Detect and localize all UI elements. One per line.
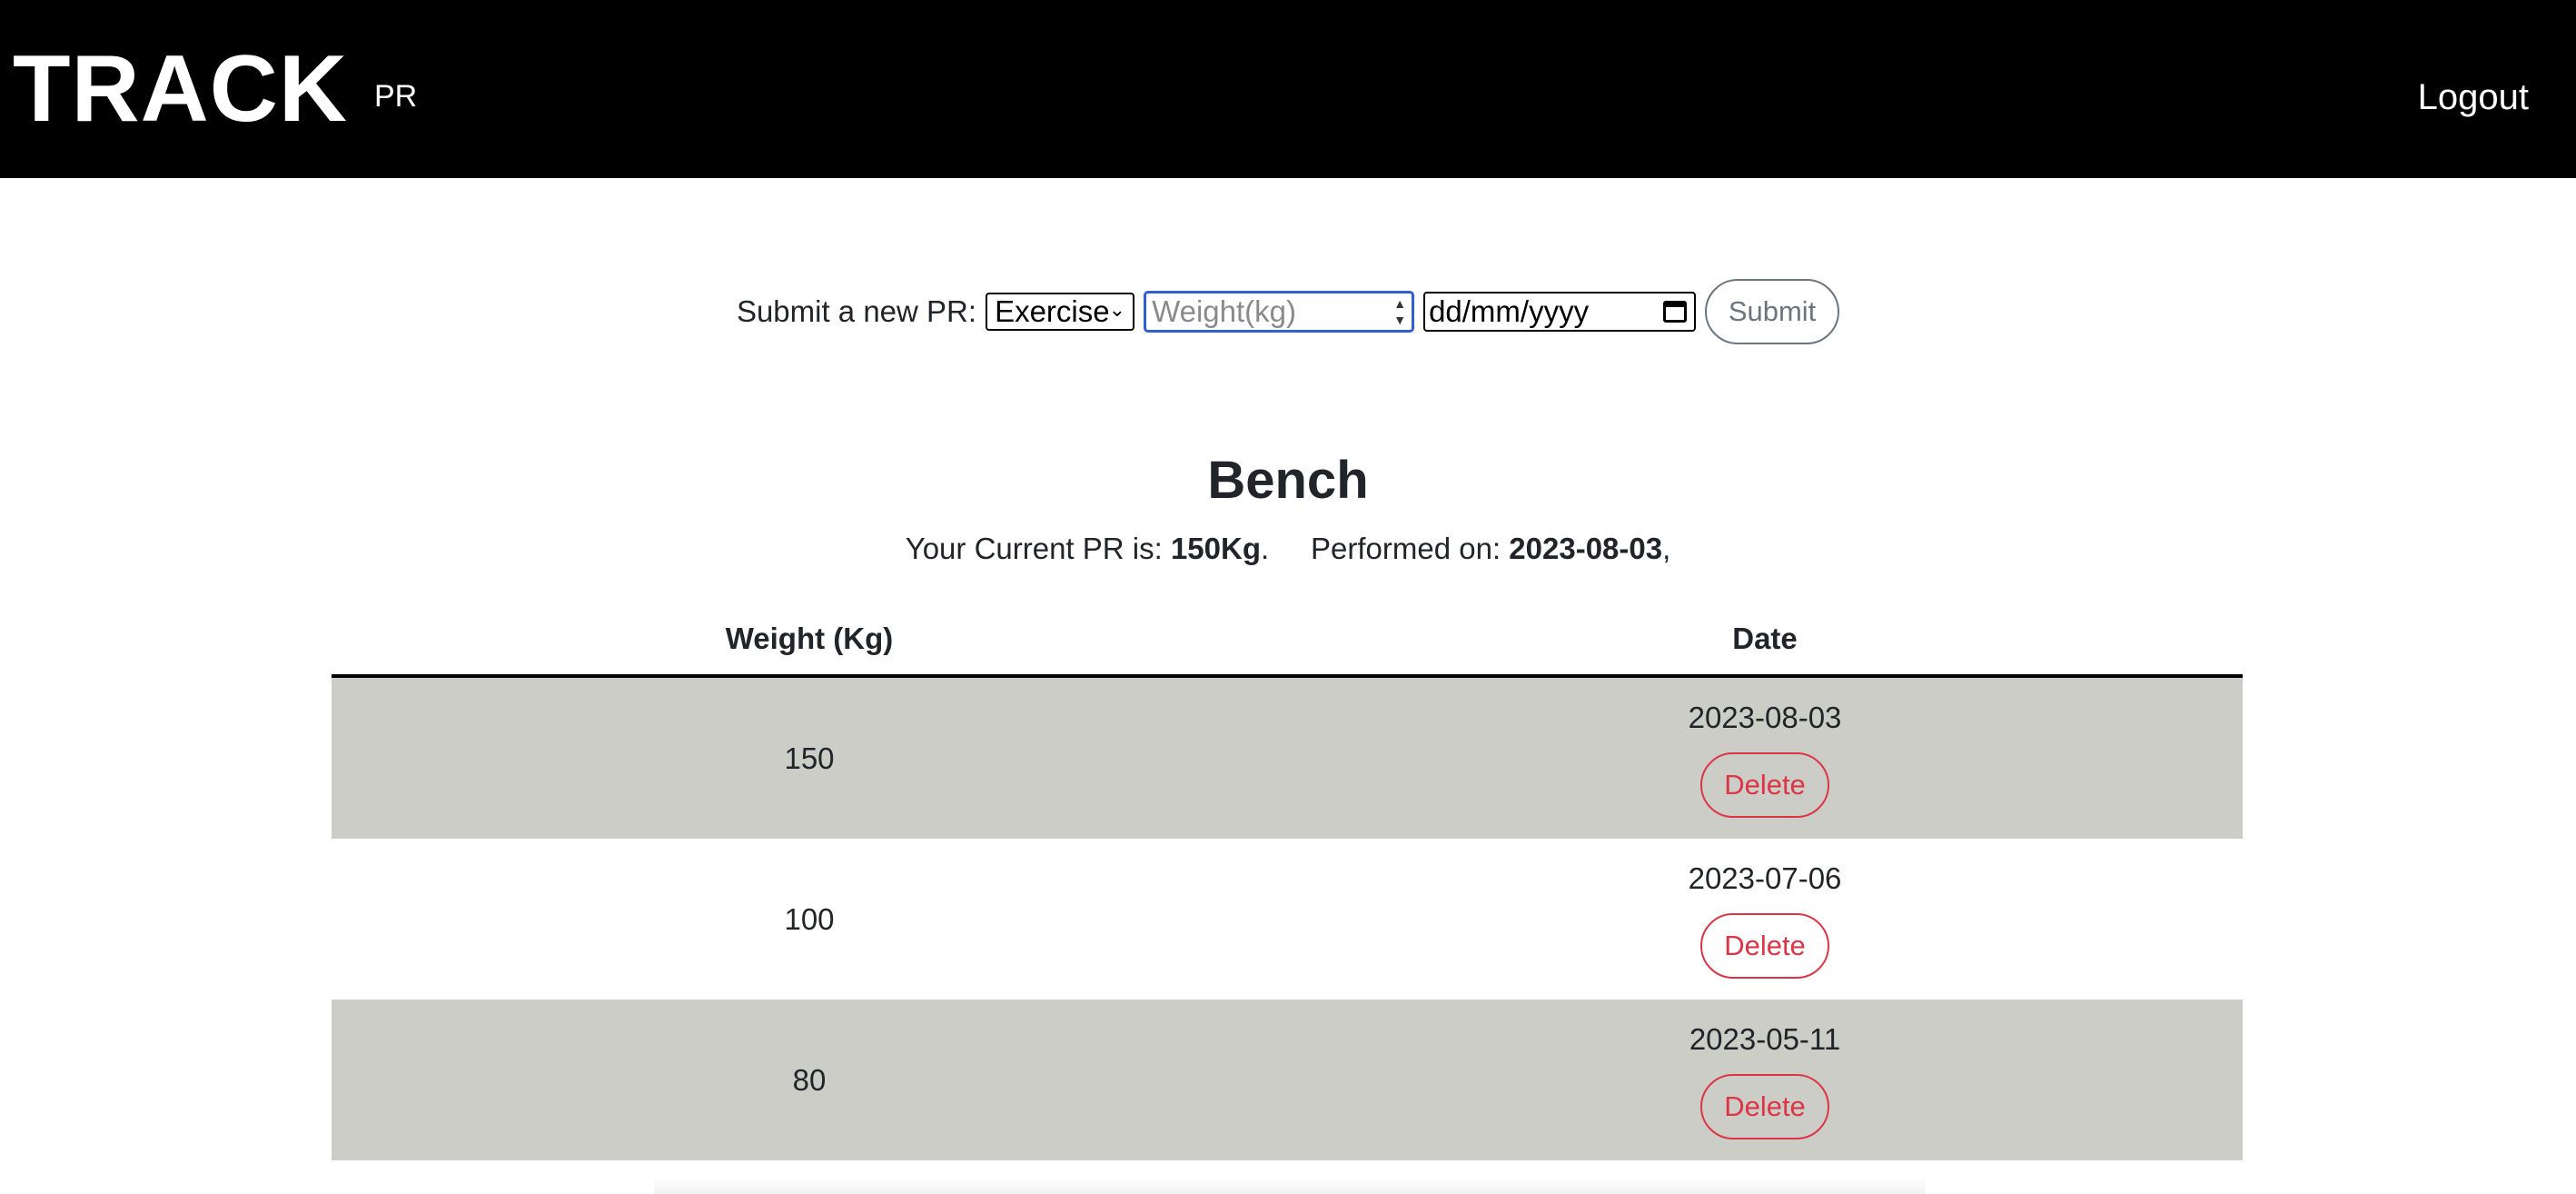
date-input[interactable]: dd/mm/yyyy xyxy=(1423,292,1697,332)
pr-date: 2023-08-03 xyxy=(1509,532,1663,565)
nav-link-pr[interactable]: PR xyxy=(374,78,417,114)
chevron-down-icon: ⌄ xyxy=(1108,298,1126,321)
date-placeholder: dd/mm/yyyy xyxy=(1429,294,1590,328)
date-cell: 2023-08-03 Delete xyxy=(1287,676,2243,839)
navbar: TRACK PR Logout xyxy=(0,0,2576,178)
table-row: 80 2023-05-11 Delete xyxy=(332,1000,2243,1160)
weight-cell: 80 xyxy=(332,1000,1287,1160)
exercise-title: Bench xyxy=(1207,451,1369,510)
pr-value: 150Kg xyxy=(1170,532,1262,565)
delete-button[interactable]: Delete xyxy=(1700,751,1829,818)
pr-separator: . Performed on: xyxy=(1261,532,1510,565)
calendar-icon[interactable] xyxy=(1663,301,1688,323)
exercise-select-value: Exercise xyxy=(995,294,1110,328)
date-cell: 2023-07-06 Delete xyxy=(1287,839,2243,1000)
pr-prefix: Your Current PR is: xyxy=(905,532,1171,565)
table-row: 150 2023-08-03 Delete xyxy=(332,676,2243,839)
date-cell: 2023-05-11 Delete xyxy=(1287,1000,2243,1160)
footer-shadow xyxy=(654,1178,1926,1194)
weight-cell: 150 xyxy=(332,676,1287,839)
form-label: Submit a new PR: xyxy=(736,294,977,328)
delete-button[interactable]: Delete xyxy=(1700,912,1829,979)
delete-button[interactable]: Delete xyxy=(1700,1073,1829,1139)
current-pr-line: Your Current PR is: 150Kg. Performed on:… xyxy=(0,529,2576,569)
weight-input[interactable]: Weight(kg) ▲ ▼ xyxy=(1144,291,1415,333)
new-pr-form: Submit a new PR: Exercise ⌄ Weight(kg) ▲… xyxy=(0,278,2576,345)
date-value: 2023-07-06 xyxy=(1688,861,1842,895)
table-row: 100 2023-07-06 Delete xyxy=(332,839,2243,1000)
pr-suffix: , xyxy=(1662,532,1671,565)
pr-table: Weight (Kg) Date 150 2023-08-03 Delete 1… xyxy=(332,603,2243,1160)
logout-link[interactable]: Logout xyxy=(2418,76,2529,118)
header-date: Date xyxy=(1287,603,2243,678)
header-weight: Weight (Kg) xyxy=(332,603,1287,678)
date-value: 2023-05-11 xyxy=(1689,1021,1841,1056)
weight-cell: 100 xyxy=(784,901,835,936)
table-header-row: Weight (Kg) Date xyxy=(332,603,2243,678)
weight-placeholder: Weight(kg) xyxy=(1152,294,1297,328)
exercise-select[interactable]: Exercise ⌄ xyxy=(986,293,1135,331)
brand-logo[interactable]: TRACK xyxy=(13,35,348,144)
date-value: 2023-08-03 xyxy=(1688,700,1842,734)
submit-button[interactable]: Submit xyxy=(1705,279,1840,344)
spinner-icon[interactable]: ▲ ▼ xyxy=(1393,295,1406,328)
